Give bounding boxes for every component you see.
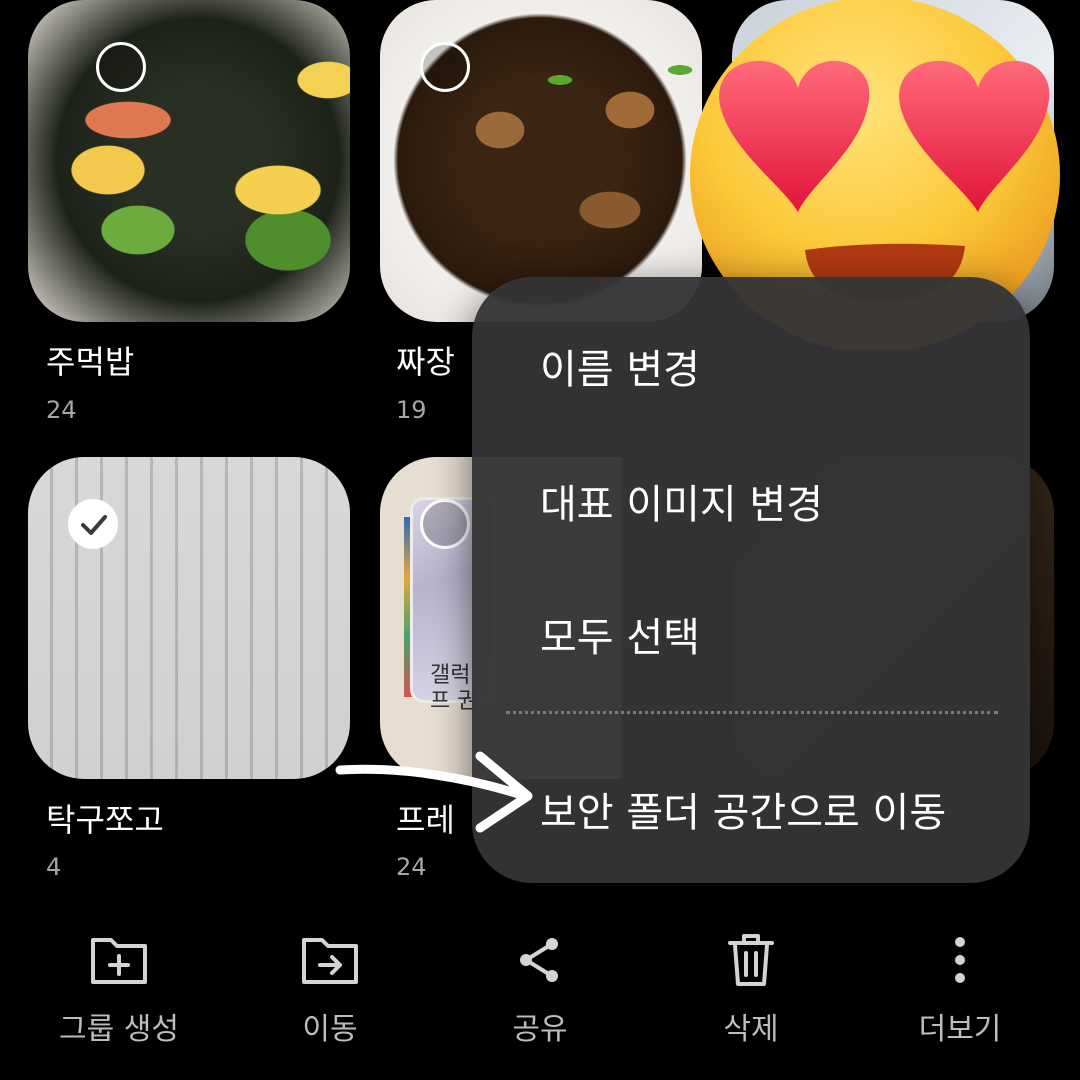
album-count: 4 [46, 853, 62, 881]
menu-item-rename[interactable]: 이름 변경 [540, 337, 700, 395]
menu-item-select-all[interactable]: 모두 선택 [540, 605, 700, 663]
more-vertical-icon [955, 937, 965, 983]
folder-plus-icon [91, 938, 147, 984]
create-group-label: 그룹 생성 [59, 1012, 179, 1047]
move-label: 이동 [302, 1012, 358, 1047]
bottom-action-bar: 그룹 생성 이동 공유 삭제 더보기 [0, 920, 1080, 1080]
menu-item-change-cover[interactable]: 대표 이미지 변경 [540, 472, 823, 530]
create-group-button[interactable]: 그룹 생성 [19, 920, 219, 1048]
menu-divider [506, 711, 998, 714]
album-name: 주먹밥 [46, 343, 135, 381]
trash-icon [728, 934, 774, 986]
select-circle[interactable] [96, 42, 146, 92]
selected-check-circle[interactable] [68, 499, 118, 549]
more-label: 더보기 [918, 1012, 1002, 1047]
album-name: 탁구쪼고 [46, 801, 164, 839]
album-thumbnail-jjajangbap[interactable] [380, 0, 702, 322]
folder-move-icon [302, 938, 358, 984]
share-label: 공유 [512, 1012, 568, 1047]
delete-label: 삭제 [723, 1012, 779, 1047]
move-button[interactable]: 이동 [230, 920, 430, 1048]
menu-item-move-to-secure-folder[interactable]: 보안 폴더 공간으로 이동 [540, 780, 946, 838]
share-button[interactable]: 공유 [440, 920, 640, 1048]
more-button[interactable]: 더보기 [860, 920, 1060, 1048]
share-icon [520, 938, 558, 982]
context-menu: 이름 변경 대표 이미지 변경 모두 선택 보안 폴더 공간으로 이동 [472, 277, 1030, 883]
album-count: 24 [396, 853, 427, 881]
select-circle[interactable] [420, 42, 470, 92]
select-circle[interactable] [420, 499, 470, 549]
album-thumbnail-jumeokbap[interactable] [28, 0, 350, 322]
album-count: 19 [396, 396, 427, 424]
check-icon [81, 515, 107, 535]
album-name: 짜장 [396, 343, 455, 381]
album-thumbnail-takgu[interactable] [28, 457, 350, 779]
annotation-arrow-icon [335, 751, 533, 833]
album-count: 24 [46, 396, 77, 424]
delete-button[interactable]: 삭제 [651, 920, 851, 1048]
